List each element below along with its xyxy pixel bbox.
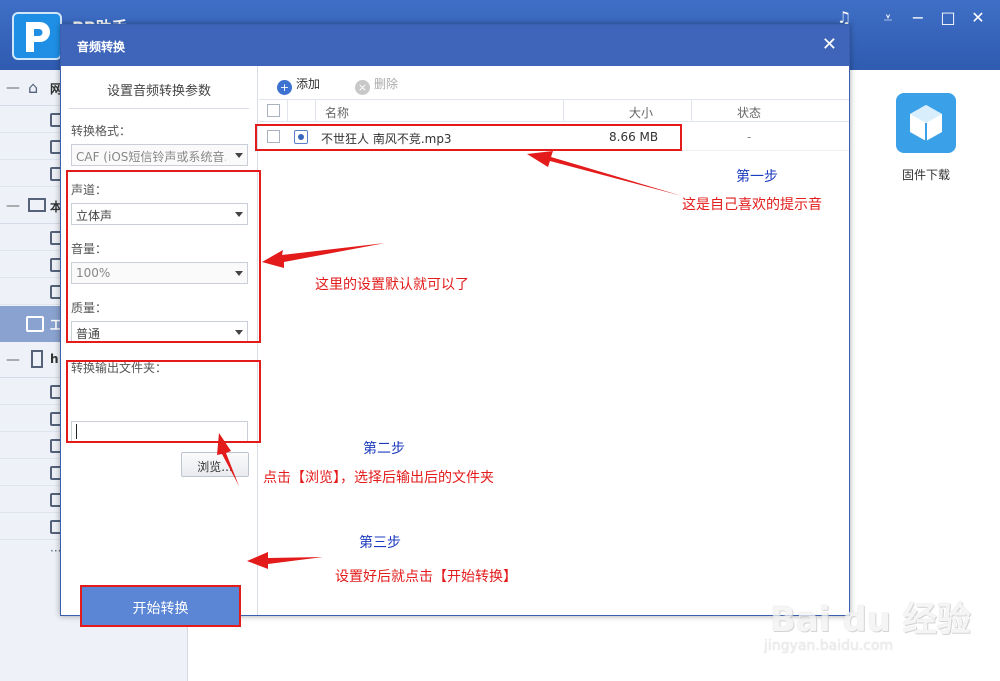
settings-text: 这里的设置默认就可以了 xyxy=(315,277,469,293)
arrow-settings xyxy=(262,243,385,268)
step1-text: 这是自己喜欢的提示音 xyxy=(682,197,822,213)
arrow-step3 xyxy=(247,552,323,569)
arrow-step2 xyxy=(217,433,239,486)
step3-text: 设置好后就点击【开始转换】 xyxy=(335,569,517,585)
step2-title: 第二步 xyxy=(363,441,405,457)
step3-title: 第三步 xyxy=(359,535,401,551)
arrow-step1 xyxy=(527,151,682,196)
baidu-watermark: Bai du 经验 jingyan.baidu.com xyxy=(762,578,994,668)
step1-title: 第一步 xyxy=(736,169,778,185)
watermark-url: jingyan.baidu.com xyxy=(764,638,894,654)
watermark-logo-text: Bai du 经验 xyxy=(770,600,971,640)
step2-text: 点击【浏览】，选择后输出后的文件夹 xyxy=(263,470,494,486)
